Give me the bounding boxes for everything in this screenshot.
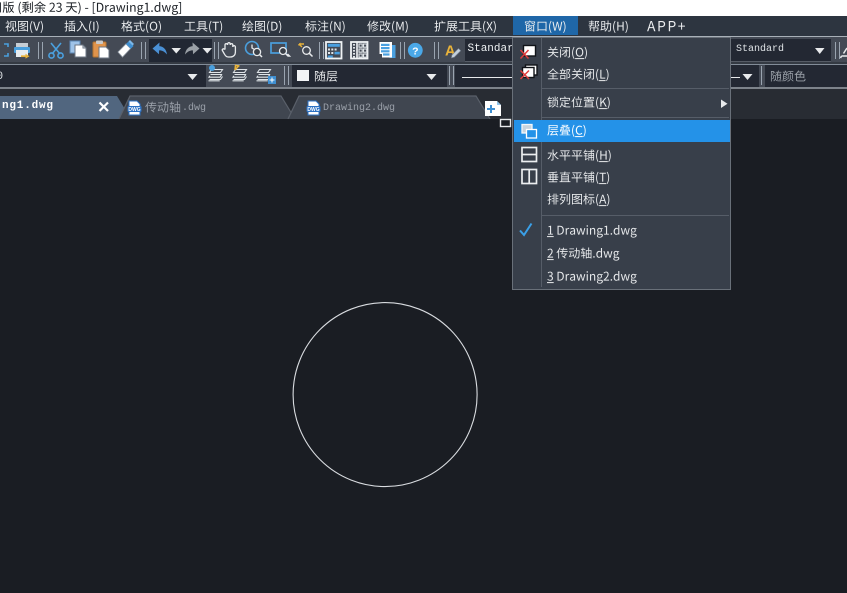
svg-text:DWG: DWG (307, 107, 319, 113)
svg-text:DWG: DWG (128, 107, 140, 113)
svg-text:?: ? (412, 45, 418, 57)
